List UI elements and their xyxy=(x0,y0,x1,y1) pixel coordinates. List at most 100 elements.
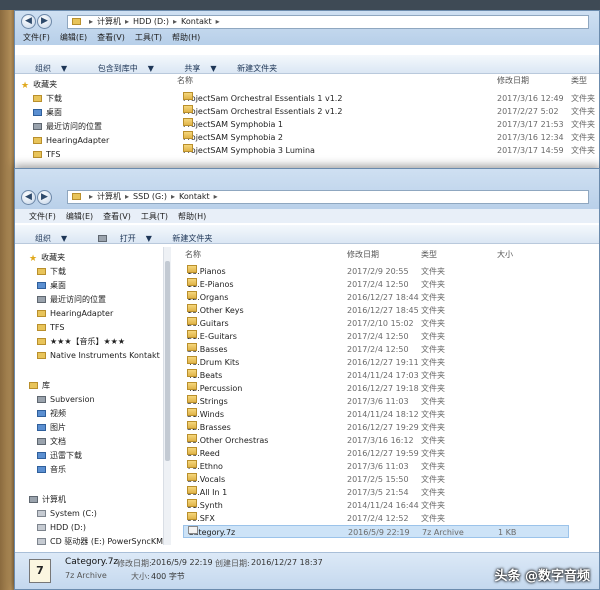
nav-drive-d[interactable]: HDD (D:) xyxy=(37,521,86,534)
back-button[interactable]: ◀ xyxy=(21,14,36,29)
nav-tfs[interactable]: TFS xyxy=(37,321,64,334)
nav-recent[interactable]: 最近访问的位置 xyxy=(37,293,106,306)
file-row[interactable]: 42.Percussion 2016/12/27 19:18 文件夹 xyxy=(183,382,569,395)
address-bar[interactable]: ▸ 计算机 ▸ SSD (G:) ▸ Kontakt ▸ xyxy=(67,190,589,204)
file-row[interactable]: 51.Winds 2014/11/24 18:12 文件夹 xyxy=(183,408,569,421)
explorer-window-back[interactable]: ◀ ▶ ▸ 计算机 ▸ HDD (D:) ▸ Kontakt ▸ 文件(F) 编辑(E) 查看(… xyxy=(14,10,600,172)
file-row[interactable]: 40.Drum Kits 2016/12/27 19:11 文件夹 xyxy=(183,356,569,369)
column-type[interactable]: 类型 xyxy=(571,75,587,86)
breadcrumb-drive[interactable]: HDD (D:) xyxy=(133,17,169,26)
column-date[interactable]: 修改日期 xyxy=(497,75,529,86)
file-row[interactable]: Category.7z 2016/5/9 22:19 7z Archive 1 KB xyxy=(183,525,569,538)
file-row[interactable]: 52.Brasses 2016/12/27 19:29 文件夹 xyxy=(183,421,569,434)
nav-documents[interactable]: 文档 xyxy=(37,435,66,448)
nav-recent[interactable]: 最近访问的位置 xyxy=(33,120,102,133)
nav-libraries[interactable]: 库 xyxy=(29,379,50,392)
nav-favorites[interactable]: ★ 收藏夹 xyxy=(29,251,65,264)
nav-videos[interactable]: 视频 xyxy=(37,407,66,420)
nav-music-shortcut[interactable]: ★★★【音乐】★★★ xyxy=(37,335,125,348)
nav-desktop[interactable]: 桌面 xyxy=(33,106,62,119)
file-row[interactable]: 41.Beats 2014/11/24 17:03 文件夹 xyxy=(183,369,569,382)
file-row[interactable]: 70.Ethno 2017/3/6 11:03 文件夹 xyxy=(183,460,569,473)
back-button[interactable]: ◀ xyxy=(21,190,36,205)
organize-button[interactable]: 组织 ▼ xyxy=(25,59,67,74)
chevron-down-icon: ▼ xyxy=(147,64,154,73)
menu-help[interactable]: 帮助(H) xyxy=(178,212,206,221)
menu-tools[interactable]: 工具(T) xyxy=(135,33,162,42)
nav-pictures[interactable]: 图片 xyxy=(37,421,66,434)
include-in-library-button[interactable]: 包含到库中 ▼ xyxy=(88,59,154,74)
new-folder-button[interactable]: 新建文件夹 xyxy=(172,233,212,244)
cd-drive-icon xyxy=(37,538,46,545)
nav-downloads[interactable]: 下载 xyxy=(33,92,62,105)
forward-button[interactable]: ▶ xyxy=(37,14,52,29)
column-type[interactable]: 类型 xyxy=(421,249,437,260)
file-row[interactable]: 99.SFX 2017/2/4 12:52 文件夹 xyxy=(183,512,569,525)
folder-icon xyxy=(183,131,193,139)
file-row[interactable]: 30.Basses 2017/2/4 12:50 文件夹 xyxy=(183,343,569,356)
nav-subversion[interactable]: Subversion xyxy=(37,393,95,406)
nav-drive-c[interactable]: System (C:) xyxy=(37,507,97,520)
breadcrumb-drive[interactable]: SSD (G:) xyxy=(133,192,167,201)
column-name[interactable]: 名称 xyxy=(185,249,201,260)
menu-edit[interactable]: 编辑(E) xyxy=(66,212,93,221)
organize-button[interactable]: 组织 ▼ xyxy=(25,229,67,244)
breadcrumb-folder[interactable]: Kontakt xyxy=(181,17,212,26)
nav-hearingadapter[interactable]: HearingAdapter xyxy=(37,307,113,320)
file-row[interactable]: ProjectSAM Symphobia 1 2017/3/17 21:53 文件夹 xyxy=(175,118,599,131)
file-row[interactable]: 19.Other Keys 2016/12/27 18:45 文件夹 xyxy=(183,304,569,317)
column-date[interactable]: 修改日期 xyxy=(347,249,379,260)
nav-favorites[interactable]: ★ 收藏夹 xyxy=(21,78,57,91)
menu-view[interactable]: 查看(V) xyxy=(97,33,125,42)
file-row[interactable]: 21.E-Guitars 2017/2/4 12:50 文件夹 xyxy=(183,330,569,343)
column-name[interactable]: 名称 xyxy=(177,75,193,86)
file-row[interactable]: 80.Vocals 2017/2/5 15:50 文件夹 xyxy=(183,473,569,486)
file-date: 2017/3/6 11:03 xyxy=(347,397,409,406)
file-row[interactable]: ProjectSAM Symphobia 2 2017/3/16 12:34 文件夹 xyxy=(175,131,599,144)
file-row[interactable]: 10.Pianos 2017/2/9 20:55 文件夹 xyxy=(183,265,569,278)
file-row[interactable]: 59.Other Orchestras 2017/3/16 16:12 文件夹 xyxy=(183,434,569,447)
file-name: 52.Brasses xyxy=(187,421,231,432)
file-row[interactable]: 11.E-Pianos 2017/2/4 12:50 文件夹 xyxy=(183,278,569,291)
nav-drive-e[interactable]: CD 驱动器 (E:) PowerSyncKM xyxy=(37,535,163,548)
menu-help[interactable]: 帮助(H) xyxy=(172,33,200,42)
file-row[interactable]: 50.Strings 2017/3/6 11:03 文件夹 xyxy=(183,395,569,408)
file-row[interactable]: ProjectSam Orchestral Essentials 2 v1.2 2… xyxy=(175,105,599,118)
menu-view[interactable]: 查看(V) xyxy=(103,212,131,221)
menu-file[interactable]: 文件(F) xyxy=(29,212,56,221)
nav-native-instruments[interactable]: Native Instruments Kontakt wit xyxy=(37,349,161,362)
file-row[interactable]: 20.Guitars 2017/2/10 15:02 文件夹 xyxy=(183,317,569,330)
menu-tools[interactable]: 工具(T) xyxy=(141,212,168,221)
menu-edit[interactable]: 编辑(E) xyxy=(60,33,87,42)
folder-icon xyxy=(37,310,46,317)
nav-scrollbar[interactable] xyxy=(163,247,171,545)
nav-computer[interactable]: 计算机 xyxy=(29,493,66,506)
file-size: 1 KB xyxy=(498,528,517,537)
recent-places-icon xyxy=(37,296,46,303)
menu-file[interactable]: 文件(F) xyxy=(23,33,50,42)
file-row[interactable]: ProjectSam Orchestral Essentials 1 v1.2 2… xyxy=(175,92,599,105)
forward-button[interactable]: ▶ xyxy=(37,190,52,205)
nav-music[interactable]: 音乐 xyxy=(37,463,66,476)
nav-tfs[interactable]: TFS xyxy=(33,148,60,161)
nav-hearingadapter[interactable]: HearingAdapter xyxy=(33,134,109,147)
file-row[interactable]: 12.Organs 2016/12/27 18:44 文件夹 xyxy=(183,291,569,304)
file-row[interactable]: 91.Synth 2014/11/24 16:44 文件夹 xyxy=(183,499,569,512)
breadcrumb-computer[interactable]: 计算机 xyxy=(97,17,121,26)
file-date: 2016/12/27 19:18 xyxy=(347,384,419,393)
share-button[interactable]: 共享 ▼ xyxy=(174,59,216,74)
explorer-window-front[interactable]: ◀ ▶ ◀ ▶ ▸计算机▸SSD (G:)▸Kontakt▸ 文件(F) 编辑(E… xyxy=(14,168,600,590)
nav-downloads[interactable]: 下载 xyxy=(37,265,66,278)
breadcrumb-folder[interactable]: Kontakt xyxy=(179,192,210,201)
breadcrumb-computer[interactable]: 计算机 xyxy=(97,192,121,201)
nav-desktop[interactable]: 桌面 xyxy=(37,279,66,292)
open-button[interactable]: 打开 ▼ xyxy=(88,229,152,244)
file-row[interactable]: 90.All In 1 2017/3/5 21:54 文件夹 xyxy=(183,486,569,499)
nav-thunder-downloads[interactable]: 迅雷下载 xyxy=(37,449,82,462)
file-row[interactable]: ProjectSAM Symphobia 3 Lumina 2017/3/17 1… xyxy=(175,144,599,157)
file-row[interactable]: 60.Reed 2016/12/27 19:59 文件夹 xyxy=(183,447,569,460)
scrollbar-thumb[interactable] xyxy=(165,261,170,461)
column-size[interactable]: 大小 xyxy=(497,249,513,260)
address-bar[interactable]: ▸ 计算机 ▸ HDD (D:) ▸ Kontakt ▸ xyxy=(67,15,589,29)
new-folder-button[interactable]: 新建文件夹 xyxy=(237,63,277,74)
